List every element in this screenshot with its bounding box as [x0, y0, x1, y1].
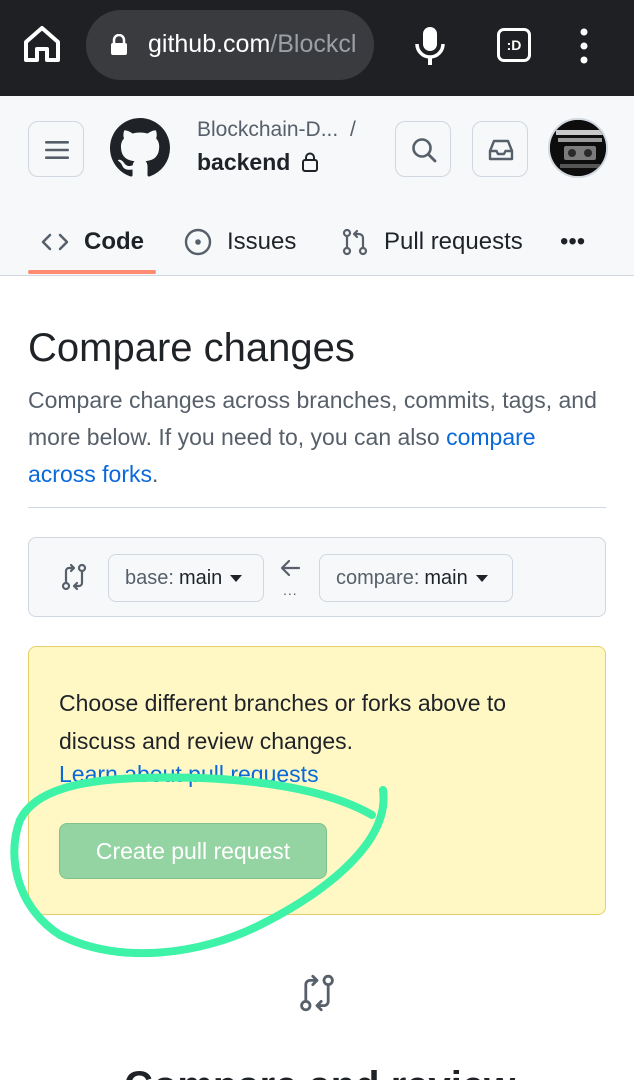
arrow-left-icon	[280, 559, 301, 577]
tab-code[interactable]: Code	[40, 218, 144, 266]
base-prefix: base:	[125, 566, 174, 589]
menu-button[interactable]	[28, 121, 84, 177]
compare-prefix: compare:	[336, 566, 420, 589]
base-value: main	[178, 566, 223, 589]
tab-issues-label: Issues	[227, 228, 297, 255]
description-suffix: .	[151, 461, 159, 487]
git-pull-request-icon	[342, 228, 368, 256]
create-pull-request-button[interactable]: Create pull request	[59, 823, 327, 879]
inbox-icon	[488, 139, 514, 161]
branch-compare-bar: base: main ... compare: main	[28, 537, 606, 617]
lock-icon	[111, 34, 127, 55]
home-icon[interactable]	[20, 22, 64, 66]
tab-issues[interactable]: Issues	[183, 218, 296, 266]
learn-pull-requests-link[interactable]: Learn about pull requests	[59, 761, 319, 788]
flash-message: Choose different branches or forks above…	[59, 690, 507, 754]
divider	[28, 507, 606, 508]
tab-switcher-button[interactable]: :D	[497, 28, 531, 62]
issue-opened-icon	[184, 228, 212, 256]
url-text: github.com/Blockcl	[148, 30, 368, 59]
base-branch-select[interactable]: base: main	[108, 554, 264, 602]
repo-header: Blockchain-D... / backend Code Issues Pu…	[0, 96, 634, 276]
caret-down-icon	[230, 574, 243, 582]
browser-toolbar: github.com/Blockcl :D	[0, 0, 634, 96]
section-heading-cutoff: Compare and review	[124, 1066, 524, 1080]
microphone-icon[interactable]	[410, 24, 450, 68]
tab-pull-requests-label: Pull requests	[384, 228, 523, 255]
address-bar[interactable]: github.com/Blockcl	[86, 10, 374, 80]
repo-name-link[interactable]: backend	[197, 149, 290, 176]
repo-nav: Code Issues Pull requests •••	[0, 208, 634, 276]
hamburger-icon	[45, 141, 69, 159]
git-compare-large-icon	[300, 974, 334, 1012]
repo-owner-link[interactable]: Blockchain-D...	[197, 118, 338, 142]
search-button[interactable]	[395, 121, 451, 177]
page-description: Compare changes across branches, commits…	[28, 382, 608, 493]
tab-code-label: Code	[84, 228, 144, 255]
info-flash-box: Choose different branches or forks above…	[28, 646, 606, 915]
inbox-button[interactable]	[472, 121, 528, 177]
url-path: /Blockcl	[270, 30, 357, 58]
private-lock-icon	[302, 152, 318, 172]
git-compare-icon	[61, 563, 87, 591]
more-vert-icon[interactable]	[574, 26, 594, 66]
page-title: Compare changes	[28, 326, 355, 370]
more-tabs-button[interactable]: •••	[560, 218, 585, 266]
breadcrumb-separator: /	[350, 118, 356, 141]
active-tab-underline	[28, 270, 156, 274]
compare-value: main	[424, 566, 468, 589]
tab-pull-requests[interactable]: Pull requests	[340, 218, 523, 266]
url-host: github.com	[148, 30, 271, 58]
avatar[interactable]	[548, 118, 608, 178]
code-icon	[41, 233, 69, 251]
search-icon	[412, 138, 437, 163]
github-logo-icon[interactable]	[110, 118, 170, 178]
main-content: Compare changes Compare changes across b…	[0, 276, 634, 1080]
avatar-image	[550, 120, 606, 176]
caret-down-icon	[475, 574, 488, 582]
ellipsis-dots: ...	[283, 582, 298, 598]
compare-branch-select[interactable]: compare: main	[319, 554, 513, 602]
section-heading-text: Compare and review	[124, 1066, 524, 1080]
